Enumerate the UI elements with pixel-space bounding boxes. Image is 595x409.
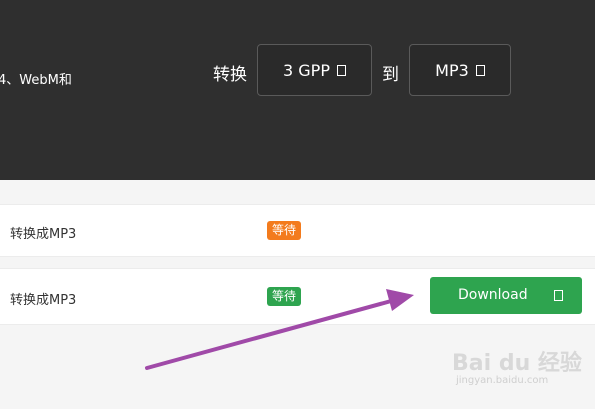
file-name: 转换成MP3 xyxy=(10,293,77,308)
from-format-select[interactable]: 3 GPP xyxy=(257,44,372,96)
from-format-value: 3 GPP xyxy=(283,60,330,80)
file-name: 转换成MP3 xyxy=(10,227,77,242)
convert-label: 转换 xyxy=(213,65,247,85)
to-label: 到 xyxy=(382,65,399,85)
download-button[interactable]: Download xyxy=(430,277,582,314)
table-row: 转换成MP3 等待 Download xyxy=(0,268,595,325)
status-badge: 等待 xyxy=(267,221,302,240)
converter-header: 4、WebM和 转换 3 GPP 到 MP3 xyxy=(0,0,595,180)
square-glyph-icon xyxy=(475,64,485,76)
to-format-select[interactable]: MP3 xyxy=(409,44,511,96)
to-format-value: MP3 xyxy=(435,60,469,80)
header-description: 4、WebM和 xyxy=(0,73,72,88)
square-glyph-icon xyxy=(554,290,563,301)
watermark: Bai du 经验 jingyan.baidu.com xyxy=(452,345,582,405)
table-row: 转换成MP3 等待 xyxy=(0,204,595,257)
watermark-brand: Bai du 经验 xyxy=(452,351,582,376)
square-glyph-icon xyxy=(336,64,346,76)
status-badge: 等待 xyxy=(267,287,302,306)
download-label: Download xyxy=(458,287,528,303)
watermark-url: jingyan.baidu.com xyxy=(456,375,549,386)
